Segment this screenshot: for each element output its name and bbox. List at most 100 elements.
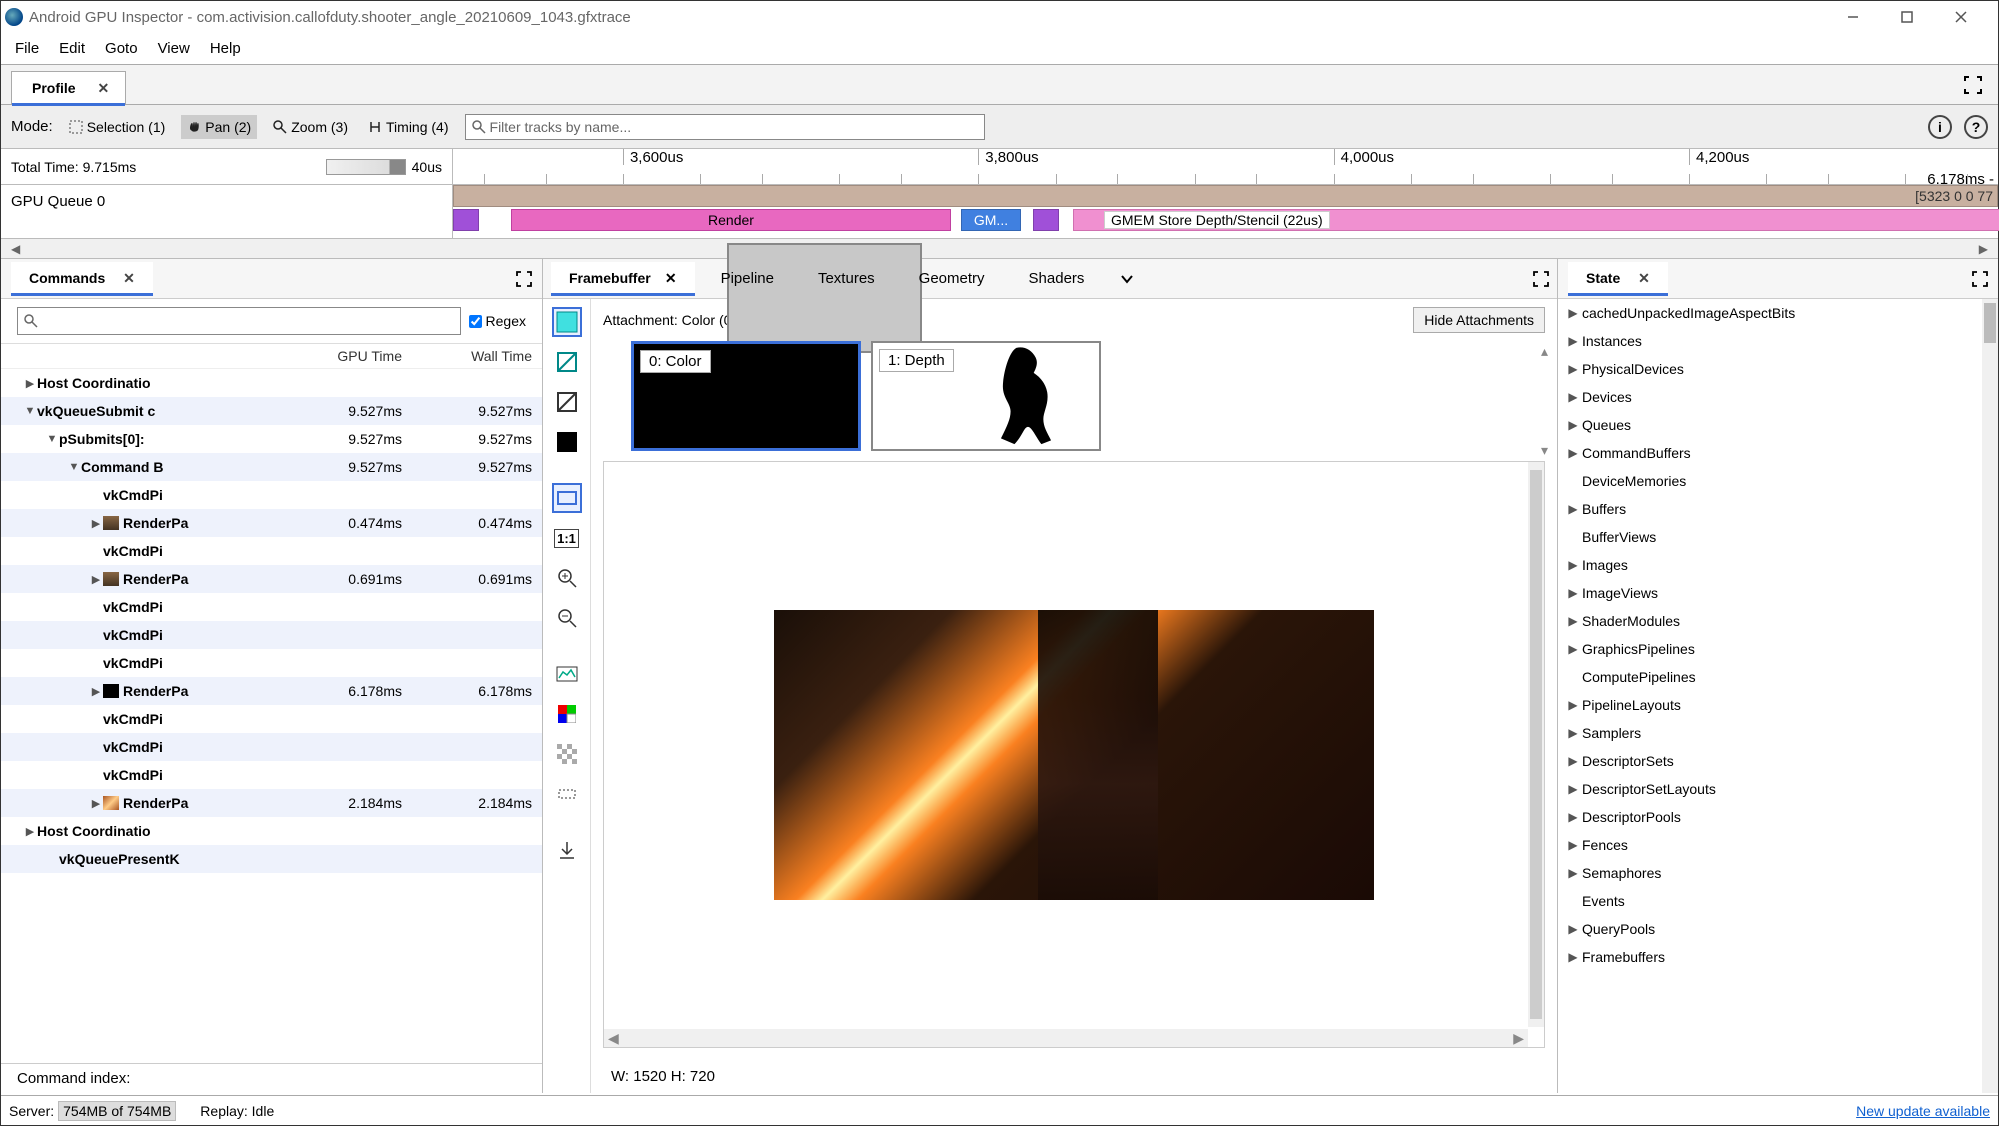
mode-pan[interactable]: Pan (2) bbox=[181, 115, 257, 139]
tab-profile-close-icon[interactable]: ✕ bbox=[97, 80, 109, 96]
state-item[interactable]: ComputePipelines bbox=[1558, 663, 1998, 691]
track-seg-purple-2[interactable] bbox=[1033, 209, 1059, 231]
command-row[interactable]: ▶Host Coordinatio bbox=[1, 369, 542, 397]
command-row[interactable]: vkQueuePresentK bbox=[1, 845, 542, 873]
command-row[interactable]: ▶Host Coordinatio bbox=[1, 817, 542, 845]
command-row[interactable]: ▶RenderPa2.184ms2.184ms bbox=[1, 789, 542, 817]
command-row[interactable]: ▼vkQueueSubmit c9.527ms9.527ms bbox=[1, 397, 542, 425]
state-maximize-icon[interactable] bbox=[1972, 271, 1988, 287]
tool-actual-size[interactable]: 1:1 bbox=[552, 523, 582, 553]
framebuffer-maximize-icon[interactable] bbox=[1533, 271, 1549, 287]
timeline-overview-bar[interactable] bbox=[326, 159, 406, 175]
command-row[interactable]: ▶RenderPa0.691ms0.691ms bbox=[1, 565, 542, 593]
tool-flip-icon[interactable] bbox=[552, 779, 582, 809]
chevron-icon[interactable]: ▶ bbox=[1564, 614, 1582, 628]
chevron-icon[interactable]: ▼ bbox=[45, 433, 59, 445]
mode-selection[interactable]: Selection (1) bbox=[65, 117, 170, 137]
chevron-icon[interactable]: ▶ bbox=[1564, 446, 1582, 460]
filter-tracks-input[interactable]: Filter tracks by name... bbox=[465, 114, 985, 140]
state-item[interactable]: ▶Instances bbox=[1558, 327, 1998, 355]
command-row[interactable]: vkCmdPi bbox=[1, 649, 542, 677]
regex-checkbox[interactable]: Regex bbox=[469, 313, 526, 329]
tool-color-channel-cyan[interactable] bbox=[552, 307, 582, 337]
state-item[interactable]: ▶GraphicsPipelines bbox=[1558, 635, 1998, 663]
tool-fit-to-screen[interactable] bbox=[552, 483, 582, 513]
chevron-icon[interactable]: ▶ bbox=[1564, 586, 1582, 600]
scroll-thumb[interactable] bbox=[727, 243, 922, 353]
chevron-icon[interactable]: ▼ bbox=[23, 405, 37, 417]
chevron-icon[interactable]: ▶ bbox=[1564, 502, 1582, 516]
command-row[interactable]: vkCmdPi bbox=[1, 537, 542, 565]
thumbs-scroll-up-icon[interactable]: ▴ bbox=[1541, 343, 1555, 360]
state-item[interactable]: ▶cachedUnpackedImageAspectBits bbox=[1558, 299, 1998, 327]
tab-pipeline[interactable]: Pipeline bbox=[703, 262, 792, 295]
state-item[interactable]: ▶DescriptorSetLayouts bbox=[1558, 775, 1998, 803]
state-item[interactable]: ▶ShaderModules bbox=[1558, 607, 1998, 635]
state-item[interactable]: ▶ImageViews bbox=[1558, 579, 1998, 607]
canvas-vscrollbar[interactable] bbox=[1528, 462, 1544, 1027]
tab-framebuffer[interactable]: Framebuffer ✕ bbox=[551, 262, 695, 295]
mode-zoom[interactable]: Zoom (3) bbox=[269, 117, 352, 137]
chevron-icon[interactable]: ▶ bbox=[1564, 726, 1582, 740]
tool-overlay[interactable] bbox=[552, 387, 582, 417]
state-item[interactable]: ▶PipelineLayouts bbox=[1558, 691, 1998, 719]
state-item[interactable]: ▶QueryPools bbox=[1558, 915, 1998, 943]
menu-goto[interactable]: Goto bbox=[95, 36, 148, 61]
state-item[interactable]: ▶Samplers bbox=[1558, 719, 1998, 747]
track-gmem-store[interactable]: GMEM Store Depth/Stencil (22us) bbox=[1073, 209, 1999, 231]
menu-file[interactable]: File bbox=[5, 36, 49, 61]
maximize-button[interactable] bbox=[1892, 5, 1922, 29]
tool-histogram-icon[interactable] bbox=[552, 659, 582, 689]
tool-channels-icon[interactable] bbox=[552, 699, 582, 729]
chevron-icon[interactable]: ▶ bbox=[1564, 838, 1582, 852]
commands-maximize-icon[interactable] bbox=[516, 271, 532, 287]
thumbnail-depth[interactable]: 1: Depth bbox=[871, 341, 1101, 451]
info-icon[interactable]: i bbox=[1928, 115, 1952, 139]
chevron-icon[interactable]: ▶ bbox=[1564, 334, 1582, 348]
state-tree[interactable]: ▶cachedUnpackedImageAspectBits▶Instances… bbox=[1558, 299, 1998, 1093]
command-row[interactable]: vkCmdPi bbox=[1, 481, 542, 509]
state-item[interactable]: ▶CommandBuffers bbox=[1558, 439, 1998, 467]
thumbs-scroll-down-icon[interactable]: ▾ bbox=[1541, 442, 1555, 459]
state-vscrollbar[interactable] bbox=[1982, 299, 1998, 1093]
tab-textures[interactable]: Textures bbox=[800, 262, 893, 295]
command-row[interactable]: vkCmdPi bbox=[1, 621, 542, 649]
timeline-hscrollbar[interactable]: ◀ ▶ bbox=[1, 239, 1998, 259]
track-render[interactable]: Render bbox=[511, 209, 951, 231]
chevron-icon[interactable]: ▶ bbox=[1564, 306, 1582, 320]
framebuffer-canvas[interactable]: ◀▶ bbox=[603, 461, 1545, 1048]
chevron-icon[interactable]: ▶ bbox=[89, 573, 103, 586]
state-item[interactable]: ▶PhysicalDevices bbox=[1558, 355, 1998, 383]
chevron-icon[interactable]: ▶ bbox=[1564, 950, 1582, 964]
state-item[interactable]: Events bbox=[1558, 887, 1998, 915]
tabs-overflow-icon[interactable] bbox=[1110, 272, 1144, 286]
tool-zoom-out-icon[interactable] bbox=[552, 603, 582, 633]
menu-view[interactable]: View bbox=[148, 36, 200, 61]
chevron-icon[interactable]: ▶ bbox=[1564, 642, 1582, 656]
state-item[interactable]: ▶Devices bbox=[1558, 383, 1998, 411]
state-item[interactable]: ▶Semaphores bbox=[1558, 859, 1998, 887]
state-item[interactable]: ▶Framebuffers bbox=[1558, 943, 1998, 971]
state-item[interactable]: DeviceMemories bbox=[1558, 467, 1998, 495]
command-row[interactable]: vkCmdPi bbox=[1, 733, 542, 761]
track-parent[interactable]: [5323 0 0 77 bbox=[453, 185, 1998, 207]
tab-state-close-icon[interactable]: ✕ bbox=[1638, 270, 1650, 286]
chevron-icon[interactable]: ▶ bbox=[1564, 558, 1582, 572]
tab-commands-close-icon[interactable]: ✕ bbox=[123, 270, 135, 286]
command-row[interactable]: vkCmdPi bbox=[1, 593, 542, 621]
state-item[interactable]: ▶Fences bbox=[1558, 831, 1998, 859]
chevron-icon[interactable]: ▼ bbox=[67, 461, 81, 473]
chevron-icon[interactable]: ▶ bbox=[1564, 810, 1582, 824]
canvas-hscrollbar[interactable]: ◀▶ bbox=[604, 1029, 1528, 1047]
tab-state[interactable]: State ✕ bbox=[1568, 262, 1668, 295]
state-item[interactable]: ▶DescriptorPools bbox=[1558, 803, 1998, 831]
chevron-icon[interactable]: ▶ bbox=[89, 685, 103, 698]
hide-attachments-button[interactable]: Hide Attachments bbox=[1413, 307, 1545, 333]
timeline-ruler[interactable]: 3,600us 3,800us 4,000us 4,200us 6.178ms … bbox=[453, 149, 1998, 184]
tool-wireframe[interactable] bbox=[552, 347, 582, 377]
fullscreen-icon[interactable] bbox=[1958, 72, 1988, 98]
scroll-left-icon[interactable]: ◀ bbox=[5, 242, 26, 256]
state-item[interactable]: ▶Queues bbox=[1558, 411, 1998, 439]
chevron-icon[interactable]: ▶ bbox=[23, 377, 37, 390]
tab-commands[interactable]: Commands ✕ bbox=[11, 262, 153, 295]
